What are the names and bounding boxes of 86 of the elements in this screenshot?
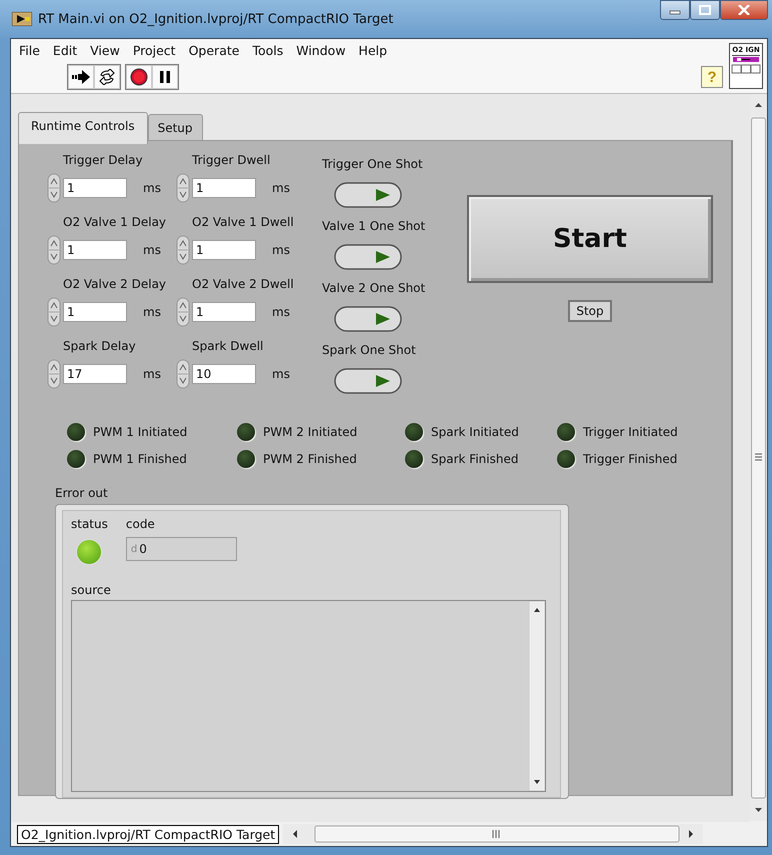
run-continuously-button[interactable] — [94, 65, 120, 89]
menu-item[interactable]: Operate — [182, 42, 246, 58]
spin-buttons[interactable] — [176, 235, 190, 265]
field-label: code — [126, 517, 156, 531]
code-value: 0 — [139, 542, 147, 556]
tab[interactable]: Setup — [148, 114, 203, 140]
control-label: Spark Delay — [62, 339, 137, 355]
menu-item[interactable]: View — [84, 42, 127, 58]
one-shot-button[interactable] — [334, 182, 402, 208]
control-label: O2 Valve 2 Delay — [62, 277, 168, 293]
numeric-field[interactable]: 1 — [192, 302, 256, 322]
one-shot-button[interactable] — [334, 306, 402, 332]
unit-label: ms — [272, 367, 290, 381]
unit-label: ms — [143, 367, 161, 381]
indicator-label: PWM 1 Initiated — [93, 425, 188, 439]
numeric-field[interactable]: 17 — [63, 364, 127, 384]
control-label: Valve 2 One Shot — [322, 281, 426, 297]
indicator-label: PWM 2 Initiated — [263, 425, 358, 439]
unit-label: ms — [143, 305, 161, 319]
cycle-arrows-icon — [98, 69, 116, 85]
stop-sign-icon — [130, 68, 148, 86]
field-label: source — [71, 583, 112, 597]
start-button[interactable]: Start — [467, 195, 713, 283]
indicator-label: PWM 1 Finished — [93, 452, 187, 466]
numeric-field[interactable]: 1 — [192, 178, 256, 198]
stop-button[interactable]: Stop — [568, 300, 612, 322]
control-label: O2 Valve 2 Dwell — [191, 277, 295, 293]
indicator-label: PWM 2 Finished — [263, 452, 357, 466]
control-label: Trigger Delay — [62, 153, 144, 169]
close-button[interactable] — [720, 0, 768, 20]
spin-buttons[interactable] — [47, 235, 61, 265]
spin-buttons[interactable] — [176, 297, 190, 327]
menu-item[interactable]: Tools — [246, 42, 290, 58]
menu-item[interactable]: Project — [126, 42, 183, 58]
menu-item[interactable]: Window — [290, 42, 353, 58]
vertical-scrollbar[interactable] — [529, 601, 545, 791]
arrow-icon — [72, 70, 90, 84]
field-label: status — [71, 517, 108, 531]
spin-buttons[interactable] — [47, 297, 61, 327]
numeric-field[interactable]: 1 — [63, 302, 127, 322]
unit-label: ms — [143, 243, 161, 257]
one-shot-button[interactable] — [334, 244, 402, 270]
control-label: O2 Valve 1 Dwell — [191, 215, 295, 231]
target-path: O2_Ignition.lvproj/RT CompactRIO Target — [17, 824, 280, 844]
unit-label: ms — [143, 181, 161, 195]
maximize-button[interactable] — [690, 0, 720, 20]
pause-button[interactable] — [152, 65, 178, 89]
indicator-label: Spark Initiated — [431, 425, 519, 439]
numeric-field[interactable]: 1 — [63, 240, 127, 260]
unit-label: ms — [272, 305, 290, 319]
control-label: Spark One Shot — [322, 343, 416, 359]
control-label: O2 Valve 1 Delay — [62, 215, 168, 231]
pause-icon — [159, 70, 171, 84]
menu-item[interactable]: Help — [352, 42, 394, 58]
abort-button[interactable] — [126, 65, 152, 89]
run-button[interactable] — [68, 65, 94, 89]
spin-buttons[interactable] — [47, 173, 61, 203]
unit-label: ms — [272, 243, 290, 257]
spin-buttons[interactable] — [176, 359, 190, 389]
indicator-label: Spark Finished — [431, 452, 518, 466]
indicator-label: Trigger Finished — [583, 452, 678, 466]
tab[interactable]: Runtime Controls — [18, 112, 148, 144]
numeric-field[interactable]: 1 — [63, 178, 127, 198]
horizontal-scrollbar[interactable] — [283, 824, 704, 844]
numeric-field[interactable]: 1 — [192, 240, 256, 260]
control-label: Valve 1 One Shot — [322, 219, 426, 235]
minimize-button[interactable] — [660, 0, 690, 20]
app-icon — [12, 12, 32, 26]
numeric-field[interactable]: 10 — [192, 364, 256, 384]
control-label: Trigger One Shot — [322, 157, 423, 173]
control-label: Spark Dwell — [191, 339, 264, 355]
indicator-label: Trigger Initiated — [583, 425, 678, 439]
vertical-scrollbar[interactable] — [750, 94, 767, 821]
cluster-label: Error out — [55, 486, 108, 500]
spin-buttons[interactable] — [47, 359, 61, 389]
maximize-icon — [699, 5, 711, 15]
connector-drawing — [731, 56, 761, 74]
one-shot-button[interactable] — [334, 368, 402, 394]
spin-buttons[interactable] — [176, 173, 190, 203]
unit-label: ms — [272, 181, 290, 195]
window-title: RT Main.vi on O2_Ignition.lvproj/RT CompactRIO Target — [38, 12, 394, 26]
menu-item[interactable]: Edit — [46, 42, 84, 58]
radix-label: d — [130, 544, 138, 554]
menu-item[interactable]: File — [13, 42, 47, 58]
close-icon — [738, 5, 750, 15]
control-label: Trigger Dwell — [191, 153, 272, 169]
